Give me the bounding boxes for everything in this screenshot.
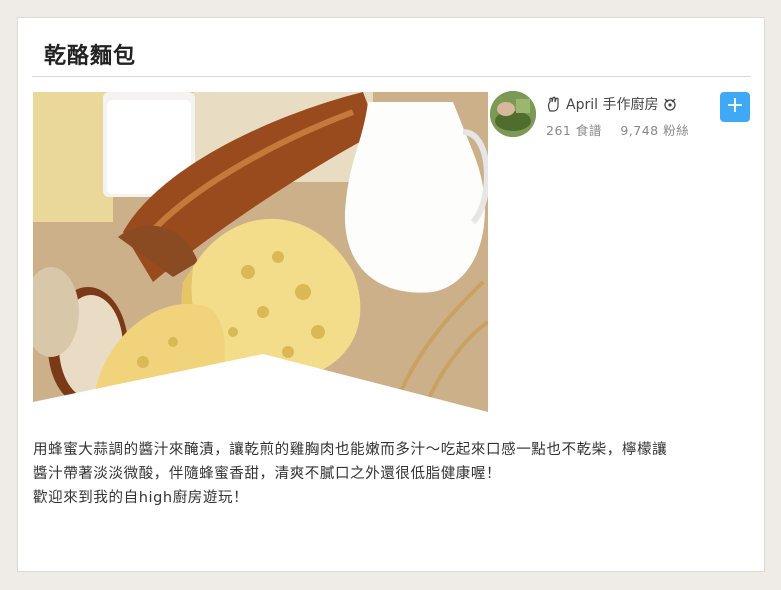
author-avatar[interactable] [490,91,536,137]
hand-icon [546,96,562,112]
chef-icon [662,96,678,112]
avatar-image [490,91,536,137]
follow-button[interactable]: + [720,92,750,122]
author-name-row[interactable]: April 手作廚房 [546,94,678,114]
author-stats: 261 食譜 9,748 粉絲 [546,120,703,139]
description-line: 歡迎來到我的自high廚房遊玩！ [33,490,249,506]
page-title: 乾酪麵包 [44,44,137,69]
author-name[interactable]: April 手作廚房 [566,94,658,114]
follower-count: 9,748 粉絲 [620,123,690,138]
cheese-bread-illustration [33,92,488,423]
recipe-card: 乾酪麵包 April 手作廚房 261 食譜 9,748 粉絲 + 用蜂蜜大蒜調… [17,17,765,572]
description-line: 醬汁帶著淡淡微酸，伴隨蜂蜜香甜，清爽不膩口之外還很低脂健康喔！ [33,466,502,482]
recipe-count: 261 食譜 [546,123,602,138]
recipe-description: 用蜂蜜大蒜調的醬汁來醃漬，讓乾煎的雞胸肉也能嫩而多汁～吃起來口感一點也不乾柴，檸… [33,438,753,510]
recipe-photo[interactable] [33,92,488,423]
description-line: 用蜂蜜大蒜調的醬汁來醃漬，讓乾煎的雞胸肉也能嫩而多汁～吃起來口感一點也不乾柴，檸… [33,442,668,458]
title-divider [32,76,751,77]
